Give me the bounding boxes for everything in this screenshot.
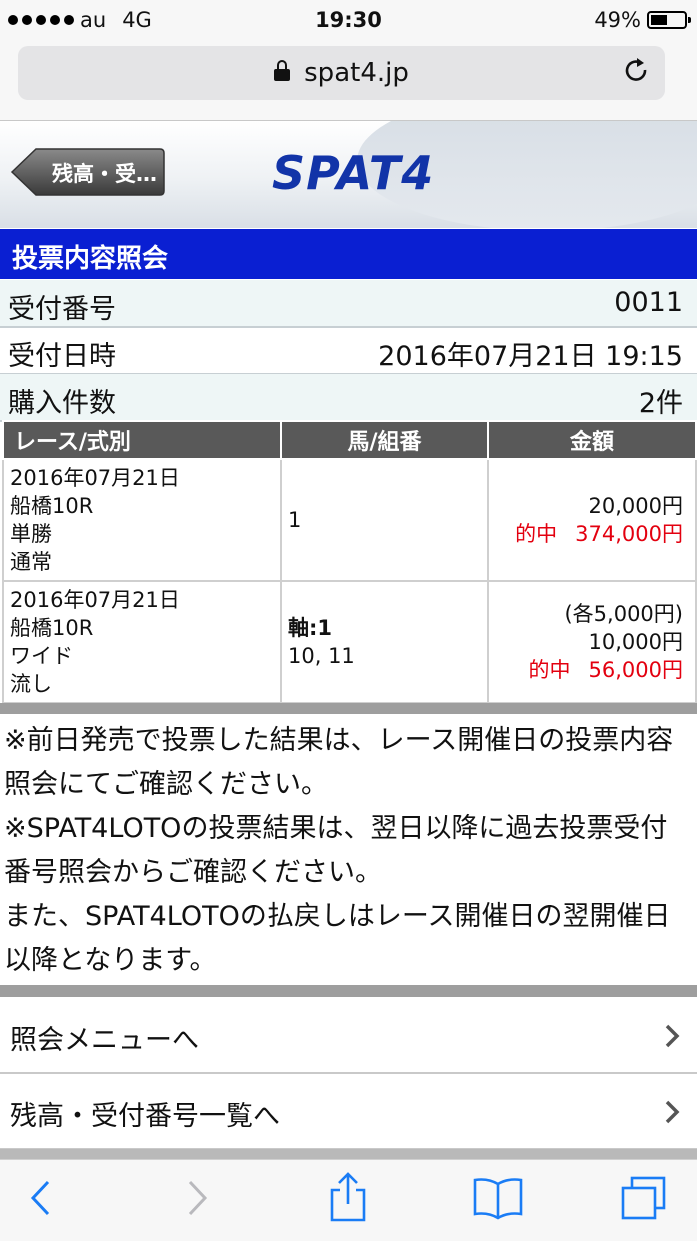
note-item: ※SPAT4LOTOの投票結果は、翌日以降に過去投票受付番号照会からご確認くださ…	[4, 813, 668, 888]
hit-line: 的中 56,000円	[495, 656, 683, 684]
race-date: 2016年07月21日	[10, 588, 180, 612]
bet-amount: 10,000円	[588, 630, 683, 654]
hit-label: 的中	[528, 658, 571, 682]
table-row: 2016年07月21日 船橋10R ワイド 流し 軸:1 10, 11 (各5,…	[2, 580, 697, 704]
each-amount: (各5,000円)	[564, 602, 683, 626]
bets-table: レース/式別 馬/組番 金額 2016年07月21日 船橋10R 単勝 通常 1…	[2, 420, 697, 704]
battery-icon	[647, 11, 691, 29]
hit-amount: 374,000円	[575, 522, 683, 546]
chevron-right-icon	[665, 1024, 680, 1048]
status-bar: au 4G 19:30 49%	[0, 0, 697, 40]
bet-type: 単勝	[10, 522, 52, 546]
back-button-label: 残高・受…	[52, 162, 157, 186]
race-cell: 2016年07月21日 船橋10R ワイド 流し	[2, 580, 282, 704]
horse-cell: 1	[280, 458, 489, 582]
browser-toolbar	[0, 1159, 697, 1241]
lock-icon	[274, 60, 291, 81]
header-horse-combo: 馬/組番	[280, 420, 489, 460]
hit-amount: 56,000円	[588, 658, 683, 682]
menu-balance-link[interactable]: 残高・受付番号一覧へ	[0, 1074, 697, 1150]
back-arrow-icon[interactable]	[28, 1178, 52, 1218]
back-button[interactable]: 残高・受…	[10, 147, 166, 197]
purchase-count-label: 購入件数	[8, 388, 116, 419]
race-date: 2016年07月21日	[10, 466, 180, 490]
spat4-logo[interactable]: SPAT4	[272, 146, 434, 200]
tabs-icon[interactable]	[620, 1174, 668, 1222]
battery-percent: 49%	[594, 8, 641, 32]
horse-cell: 軸:1 10, 11	[280, 580, 489, 704]
divider	[0, 1149, 697, 1159]
note-item: ※前日発売で投票した結果は、レース開催日の投票内容照会にてご確認ください。	[4, 725, 674, 800]
receipt-number-value: 0011	[614, 287, 683, 318]
url-display[interactable]: spat4.jp	[18, 58, 665, 88]
header-race-type: レース/式別	[2, 420, 282, 460]
reload-icon[interactable]	[623, 57, 651, 85]
menu-balance-label: 残高・受付番号一覧へ	[10, 1101, 280, 1132]
purchase-count-row: 購入件数 2件	[0, 374, 697, 422]
horse-number: 1	[288, 508, 302, 532]
amount-cell: (各5,000円) 10,000円 的中 56,000円	[487, 580, 697, 704]
receipt-datetime-row: 受付日時 2016年07月21日 19:15	[0, 327, 697, 375]
status-right: 49%	[594, 8, 691, 32]
menu-inquiry-label: 照会メニューへ	[10, 1025, 199, 1056]
divider	[0, 985, 697, 997]
chevron-right-icon	[665, 1100, 680, 1124]
horse-axis: 軸:1	[288, 616, 333, 640]
race-name: 船橋10R	[10, 494, 94, 518]
table-row: 2016年07月21日 船橋10R 単勝 通常 1 20,000円 的中 374,…	[2, 458, 697, 582]
hit-line: 的中 374,000円	[495, 520, 683, 548]
bet-amount: 20,000円	[588, 494, 683, 518]
site-header: 残高・受… SPAT4	[0, 121, 697, 228]
address-bar[interactable]: spat4.jp	[18, 46, 665, 100]
receipt-datetime-label: 受付日時	[8, 341, 116, 372]
status-time: 19:30	[315, 8, 382, 32]
header-amount: 金額	[487, 420, 697, 460]
page-title: 投票内容照会	[12, 244, 169, 274]
race-cell: 2016年07月21日 船橋10R 単勝 通常	[2, 458, 282, 582]
divider	[0, 703, 697, 714]
amount-cell: 20,000円 的中 374,000円	[487, 458, 697, 582]
receipt-number-row: 受付番号 0011	[0, 280, 697, 328]
note-item: また、SPAT4LOTOの払戻しはレース開催日の翌開催日以降となります。	[4, 901, 671, 976]
receipt-number-label: 受付番号	[8, 294, 116, 325]
horse-combo: 10, 11	[288, 644, 355, 668]
url-text: spat4.jp	[304, 58, 409, 88]
bet-method: 通常	[10, 550, 52, 574]
forward-arrow-icon[interactable]	[186, 1178, 210, 1218]
bet-type: ワイド	[10, 644, 73, 668]
notes: ※前日発売で投票した結果は、レース開催日の投票内容照会にてご確認ください。 ※S…	[4, 719, 694, 983]
bookmarks-icon[interactable]	[472, 1176, 524, 1220]
bet-method: 流し	[10, 672, 52, 696]
hit-label: 的中	[515, 522, 558, 546]
browser-chrome: spat4.jp	[0, 40, 697, 121]
page-title-bar: 投票内容照会	[0, 229, 697, 279]
share-icon[interactable]	[328, 1172, 368, 1224]
receipt-datetime-value: 2016年07月21日 19:15	[378, 341, 683, 372]
menu-inquiry-link[interactable]: 照会メニューへ	[0, 998, 697, 1074]
race-name: 船橋10R	[10, 616, 94, 640]
table-header-row: レース/式別 馬/組番 金額	[2, 420, 697, 460]
purchase-count-value: 2件	[638, 388, 683, 419]
